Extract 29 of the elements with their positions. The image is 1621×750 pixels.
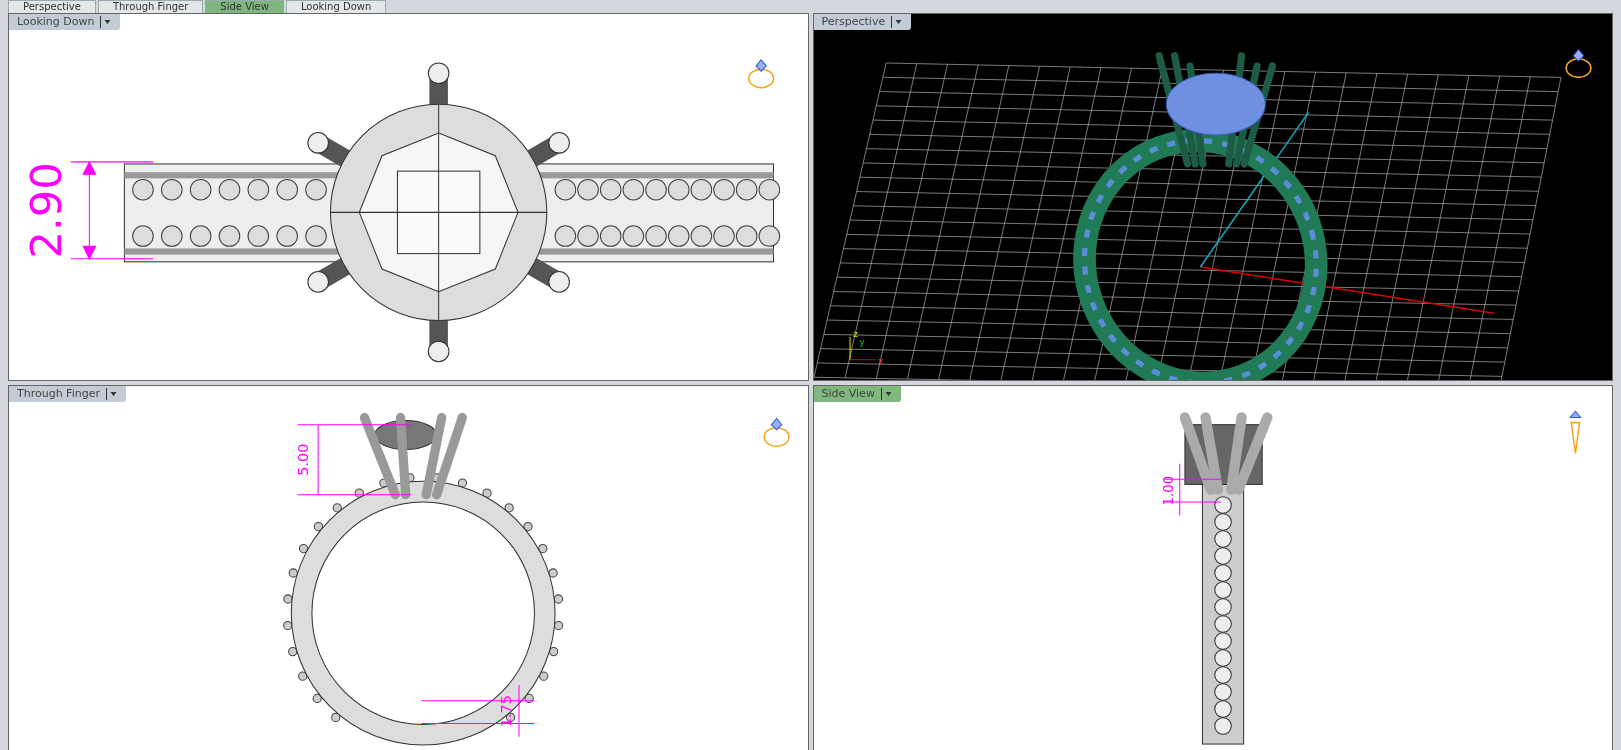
dimension-label: 1.00 — [1160, 476, 1176, 506]
ring-icon[interactable] — [763, 417, 790, 448]
axis-drawing — [849, 336, 876, 361]
ring-icon[interactable] — [748, 59, 775, 89]
caret-icon[interactable] — [891, 16, 904, 28]
viewport-title[interactable]: Through Finger — [9, 386, 126, 403]
view-tab[interactable]: Perspective — [8, 0, 96, 13]
viewport[interactable]: Perspective z y x — [812, 13, 1613, 382]
caret-icon[interactable] — [100, 16, 113, 28]
view-tab[interactable]: Looking Down — [285, 0, 387, 13]
caret-icon[interactable] — [880, 388, 893, 401]
dimension-label: 5.00 — [294, 443, 311, 477]
viewport-title[interactable]: Perspective — [813, 14, 912, 30]
dimension-label: 2.90 — [20, 162, 71, 259]
axis-label: x — [877, 354, 883, 366]
viewport-title[interactable]: Side View — [813, 386, 901, 403]
viewport[interactable]: Through Finger 5.00 1.75 — [8, 385, 809, 750]
view-tab[interactable]: Side View — [205, 0, 284, 13]
viewport[interactable]: Looking Down 2.90 — [8, 13, 809, 382]
viewport-title[interactable]: Looking Down — [9, 14, 121, 30]
axis-label: y — [858, 336, 865, 348]
caret-icon[interactable] — [105, 388, 118, 401]
dimension-label: 1.75 — [497, 695, 514, 728]
dimension-line — [1163, 463, 1221, 517]
ring-icon[interactable] — [1568, 410, 1582, 455]
ring-icon[interactable] — [1564, 48, 1592, 79]
axis-label: z — [852, 328, 858, 339]
viewport[interactable]: Side View 1.00 — [812, 385, 1613, 750]
view-tab[interactable]: Through Finger — [97, 0, 204, 13]
